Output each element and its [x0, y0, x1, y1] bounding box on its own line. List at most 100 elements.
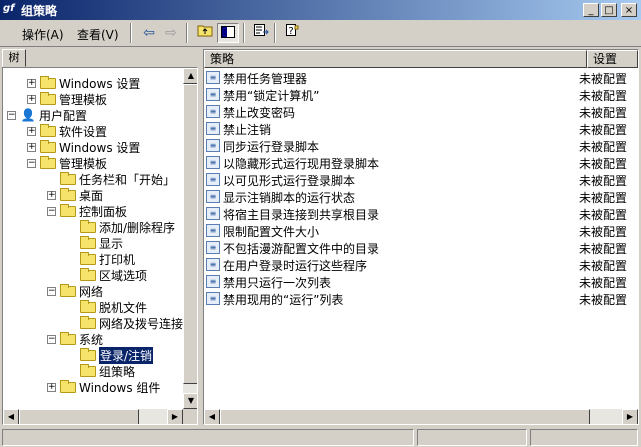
tree-expander[interactable]: − — [47, 207, 56, 216]
policy-row[interactable]: ≡ 以隐藏形式运行现用登录脚本 未被配置 — [204, 154, 638, 171]
policy-row[interactable]: ≡ 以可见形式运行登录脚本 未被配置 — [204, 171, 638, 188]
policy-row[interactable]: ≡ 同步运行登录脚本 未被配置 — [204, 137, 638, 154]
tree-node[interactable]: 添加/删除程序 — [80, 219, 175, 235]
toolbar-separator — [130, 23, 132, 43]
list-horizontal-scrollbar[interactable]: ◀ ▶ — [204, 409, 638, 424]
tree-node[interactable]: 网络及拨号连接 — [80, 315, 183, 331]
tree-node[interactable]: 管理模板 — [40, 91, 107, 107]
maximize-button[interactable]: □ — [601, 3, 617, 17]
tree-expander[interactable]: + — [27, 95, 36, 104]
tree-node[interactable]: Windows 设置 — [40, 139, 140, 155]
policy-setting-icon: ≡ — [206, 88, 220, 101]
policy-row[interactable]: ≡ 显示注销脚本的运行状态 未被配置 — [204, 188, 638, 205]
policy-list-pane[interactable]: 策略 设置 ≡ 禁用任务管理器 未被配置 ≡ 禁用“锁定计算机” 未被配置 ≡ 禁止改变密码未… — [203, 49, 639, 425]
tree-node[interactable]: Windows 设置 — [40, 75, 140, 91]
policy-setting-icon: ≡ — [206, 190, 220, 203]
tree-pane[interactable]: + Windows 设置 + 管理模板 − 👤 用户配置 + 软件设置 + Windows 设置 − 管… — [2, 67, 198, 425]
policy-row[interactable]: ≡ 禁止注销 未被配置 — [204, 120, 638, 137]
action-menu[interactable]: 操作(A) — [22, 26, 64, 43]
tree-expander[interactable]: − — [7, 111, 16, 120]
tree-node[interactable]: 控制面板 — [60, 203, 127, 219]
scroll-up-button[interactable]: ▲ — [183, 68, 197, 84]
tree-node[interactable]: 任务栏和「开始」 — [60, 171, 175, 187]
policy-setting-icon: ≡ — [206, 122, 220, 135]
policy-row[interactable]: ≡ 禁用任务管理器 未被配置 — [204, 69, 638, 86]
tree-node[interactable]: 组策略 — [80, 363, 135, 379]
policy-row[interactable]: ≡ 禁止改变密码 未被配置 — [204, 103, 638, 120]
toolbar-separator — [186, 23, 188, 43]
tree-node[interactable]: 桌面 — [60, 187, 103, 203]
forward-arrow-icon[interactable]: ⇨ — [160, 23, 182, 43]
tree-node-label: 桌面 — [79, 188, 104, 203]
export-list-icon[interactable] — [250, 23, 272, 43]
up-folder-icon[interactable] — [194, 23, 216, 43]
tree-node[interactable]: 登录/注销 — [80, 345, 155, 365]
menu-toolbar: 操作(A) 查看(V) ⇦ ⇨ ? — [0, 20, 641, 47]
policy-row[interactable]: ≡ 禁用现用的“运行”列表 未被配置 — [204, 290, 638, 307]
policy-setting-icon: ≡ — [206, 173, 220, 186]
tree-expander[interactable]: + — [47, 191, 56, 200]
column-header-policy[interactable]: 策略 — [204, 50, 587, 68]
tree-expander[interactable]: + — [47, 383, 56, 392]
tree-node-label: 网络 — [79, 284, 104, 299]
tree-node[interactable]: 软件设置 — [40, 123, 107, 139]
policy-row[interactable]: ≡ 将宿主目录连接到共享根目录 未被配置 — [204, 205, 638, 222]
scroll-thumb[interactable] — [19, 409, 139, 424]
folder-icon — [40, 91, 56, 105]
policy-setting-icon: ≡ — [206, 105, 220, 118]
policy-row[interactable]: ≡ 禁用只运行一次列表 未被配置 — [204, 273, 638, 290]
help-icon[interactable]: ? — [281, 23, 303, 43]
tree-node[interactable]: 打印机 — [80, 251, 135, 267]
scroll-right-button[interactable]: ▶ — [167, 409, 183, 424]
policy-row[interactable]: ≡ 限制配置文件大小 未被配置 — [204, 222, 638, 239]
tree-node[interactable]: 👤 用户配置 — [20, 107, 88, 123]
app-icon: gf — [3, 3, 15, 14]
status-panel-main — [2, 429, 414, 446]
tree-vertical-scrollbar[interactable]: ▲ ▼ — [183, 68, 197, 409]
toolbar-separator — [274, 23, 276, 43]
policy-name: 同步运行登录脚本 — [223, 140, 320, 154]
minimize-button[interactable]: _ — [583, 3, 599, 17]
tree-node[interactable]: 管理模板 — [40, 155, 107, 171]
tab-tree[interactable]: 树 — [2, 49, 26, 67]
tree-node[interactable]: 显示 — [80, 235, 123, 251]
tree-node[interactable]: 系统 — [60, 331, 103, 347]
tree-expander[interactable]: + — [27, 79, 36, 88]
column-header-setting[interactable]: 设置 — [587, 50, 638, 68]
tree-expander[interactable]: + — [27, 127, 36, 136]
tree-node-label: 任务栏和「开始」 — [79, 172, 176, 187]
scroll-right-button[interactable]: ▶ — [622, 409, 638, 424]
policy-name: 禁用“锁定计算机” — [223, 89, 320, 103]
show-hide-tree-icon[interactable] — [217, 23, 239, 43]
policy-setting-icon: ≡ — [206, 156, 220, 169]
close-button[interactable]: × — [621, 3, 637, 17]
policy-row[interactable]: ≡ 禁用“锁定计算机” 未被配置 — [204, 86, 638, 103]
scroll-thumb[interactable] — [183, 84, 197, 384]
tree-node[interactable]: 区域选项 — [80, 267, 147, 283]
scroll-down-button[interactable]: ▼ — [183, 393, 197, 409]
folder-icon — [60, 203, 76, 217]
tree-node-label: 登录/注销 — [97, 345, 155, 365]
view-menu[interactable]: 查看(V) — [77, 26, 119, 43]
policy-name: 禁用现用的“运行”列表 — [223, 293, 344, 307]
folder-icon — [60, 331, 76, 345]
policy-row[interactable]: ≡ 不包括漫游配置文件中的目录 未被配置 — [204, 239, 638, 256]
policy-name: 禁用只运行一次列表 — [223, 276, 332, 290]
policy-state: 未被配置 — [579, 123, 628, 137]
policy-state: 未被配置 — [579, 225, 628, 239]
tree-expander[interactable]: − — [27, 159, 36, 168]
scroll-left-button[interactable]: ◀ — [3, 409, 19, 424]
tree-node[interactable]: 网络 — [60, 283, 103, 299]
tree-expander[interactable]: − — [47, 335, 56, 344]
tree-horizontal-scrollbar[interactable]: ◀ ▶ — [3, 409, 183, 424]
window-controls: _ □ × — [581, 3, 637, 17]
policy-state: 未被配置 — [579, 174, 628, 188]
tree-node[interactable]: Windows 组件 — [60, 379, 160, 395]
tree-expander[interactable]: + — [27, 143, 36, 152]
scroll-left-button[interactable]: ◀ — [204, 409, 220, 424]
policy-row[interactable]: ≡ 在用户登录时运行这些程序 未被配置 — [204, 256, 638, 273]
back-arrow-icon[interactable]: ⇦ — [138, 23, 160, 43]
tree-expander[interactable]: − — [47, 287, 56, 296]
tree-node[interactable]: 脱机文件 — [80, 299, 147, 315]
scroll-thumb[interactable] — [220, 409, 590, 424]
